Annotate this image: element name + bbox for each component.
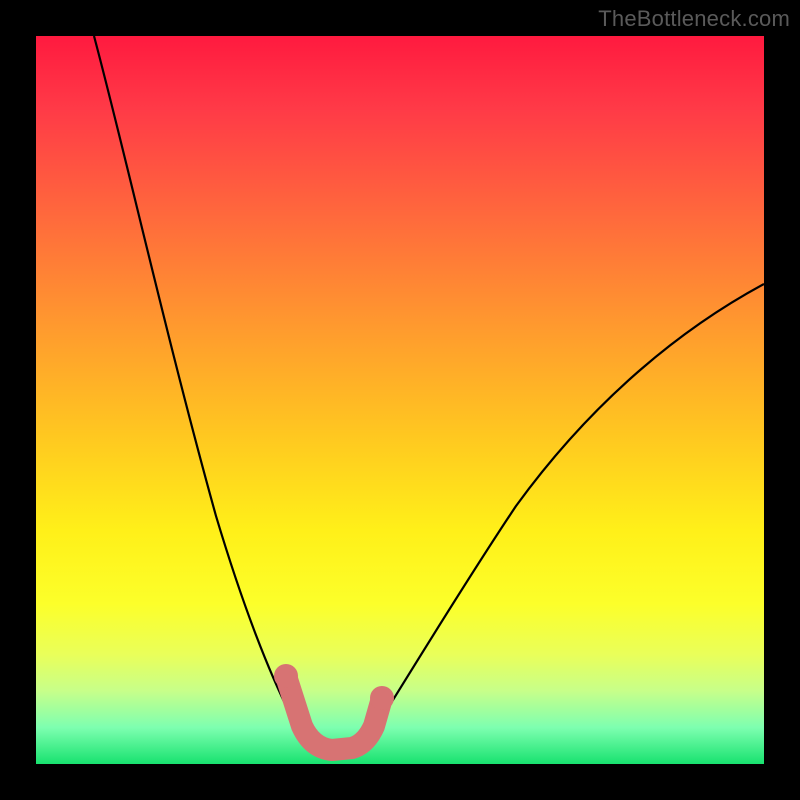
chart-frame: TheBottleneck.com xyxy=(0,0,800,800)
curve-layer xyxy=(36,36,764,764)
highlight-marker xyxy=(286,676,382,750)
marker-dot-left xyxy=(274,664,298,688)
watermark-text: TheBottleneck.com xyxy=(598,6,790,32)
right-branch-curve xyxy=(368,284,764,740)
marker-dot-right xyxy=(370,686,394,710)
left-branch-curve xyxy=(94,36,308,742)
plot-area xyxy=(36,36,764,764)
